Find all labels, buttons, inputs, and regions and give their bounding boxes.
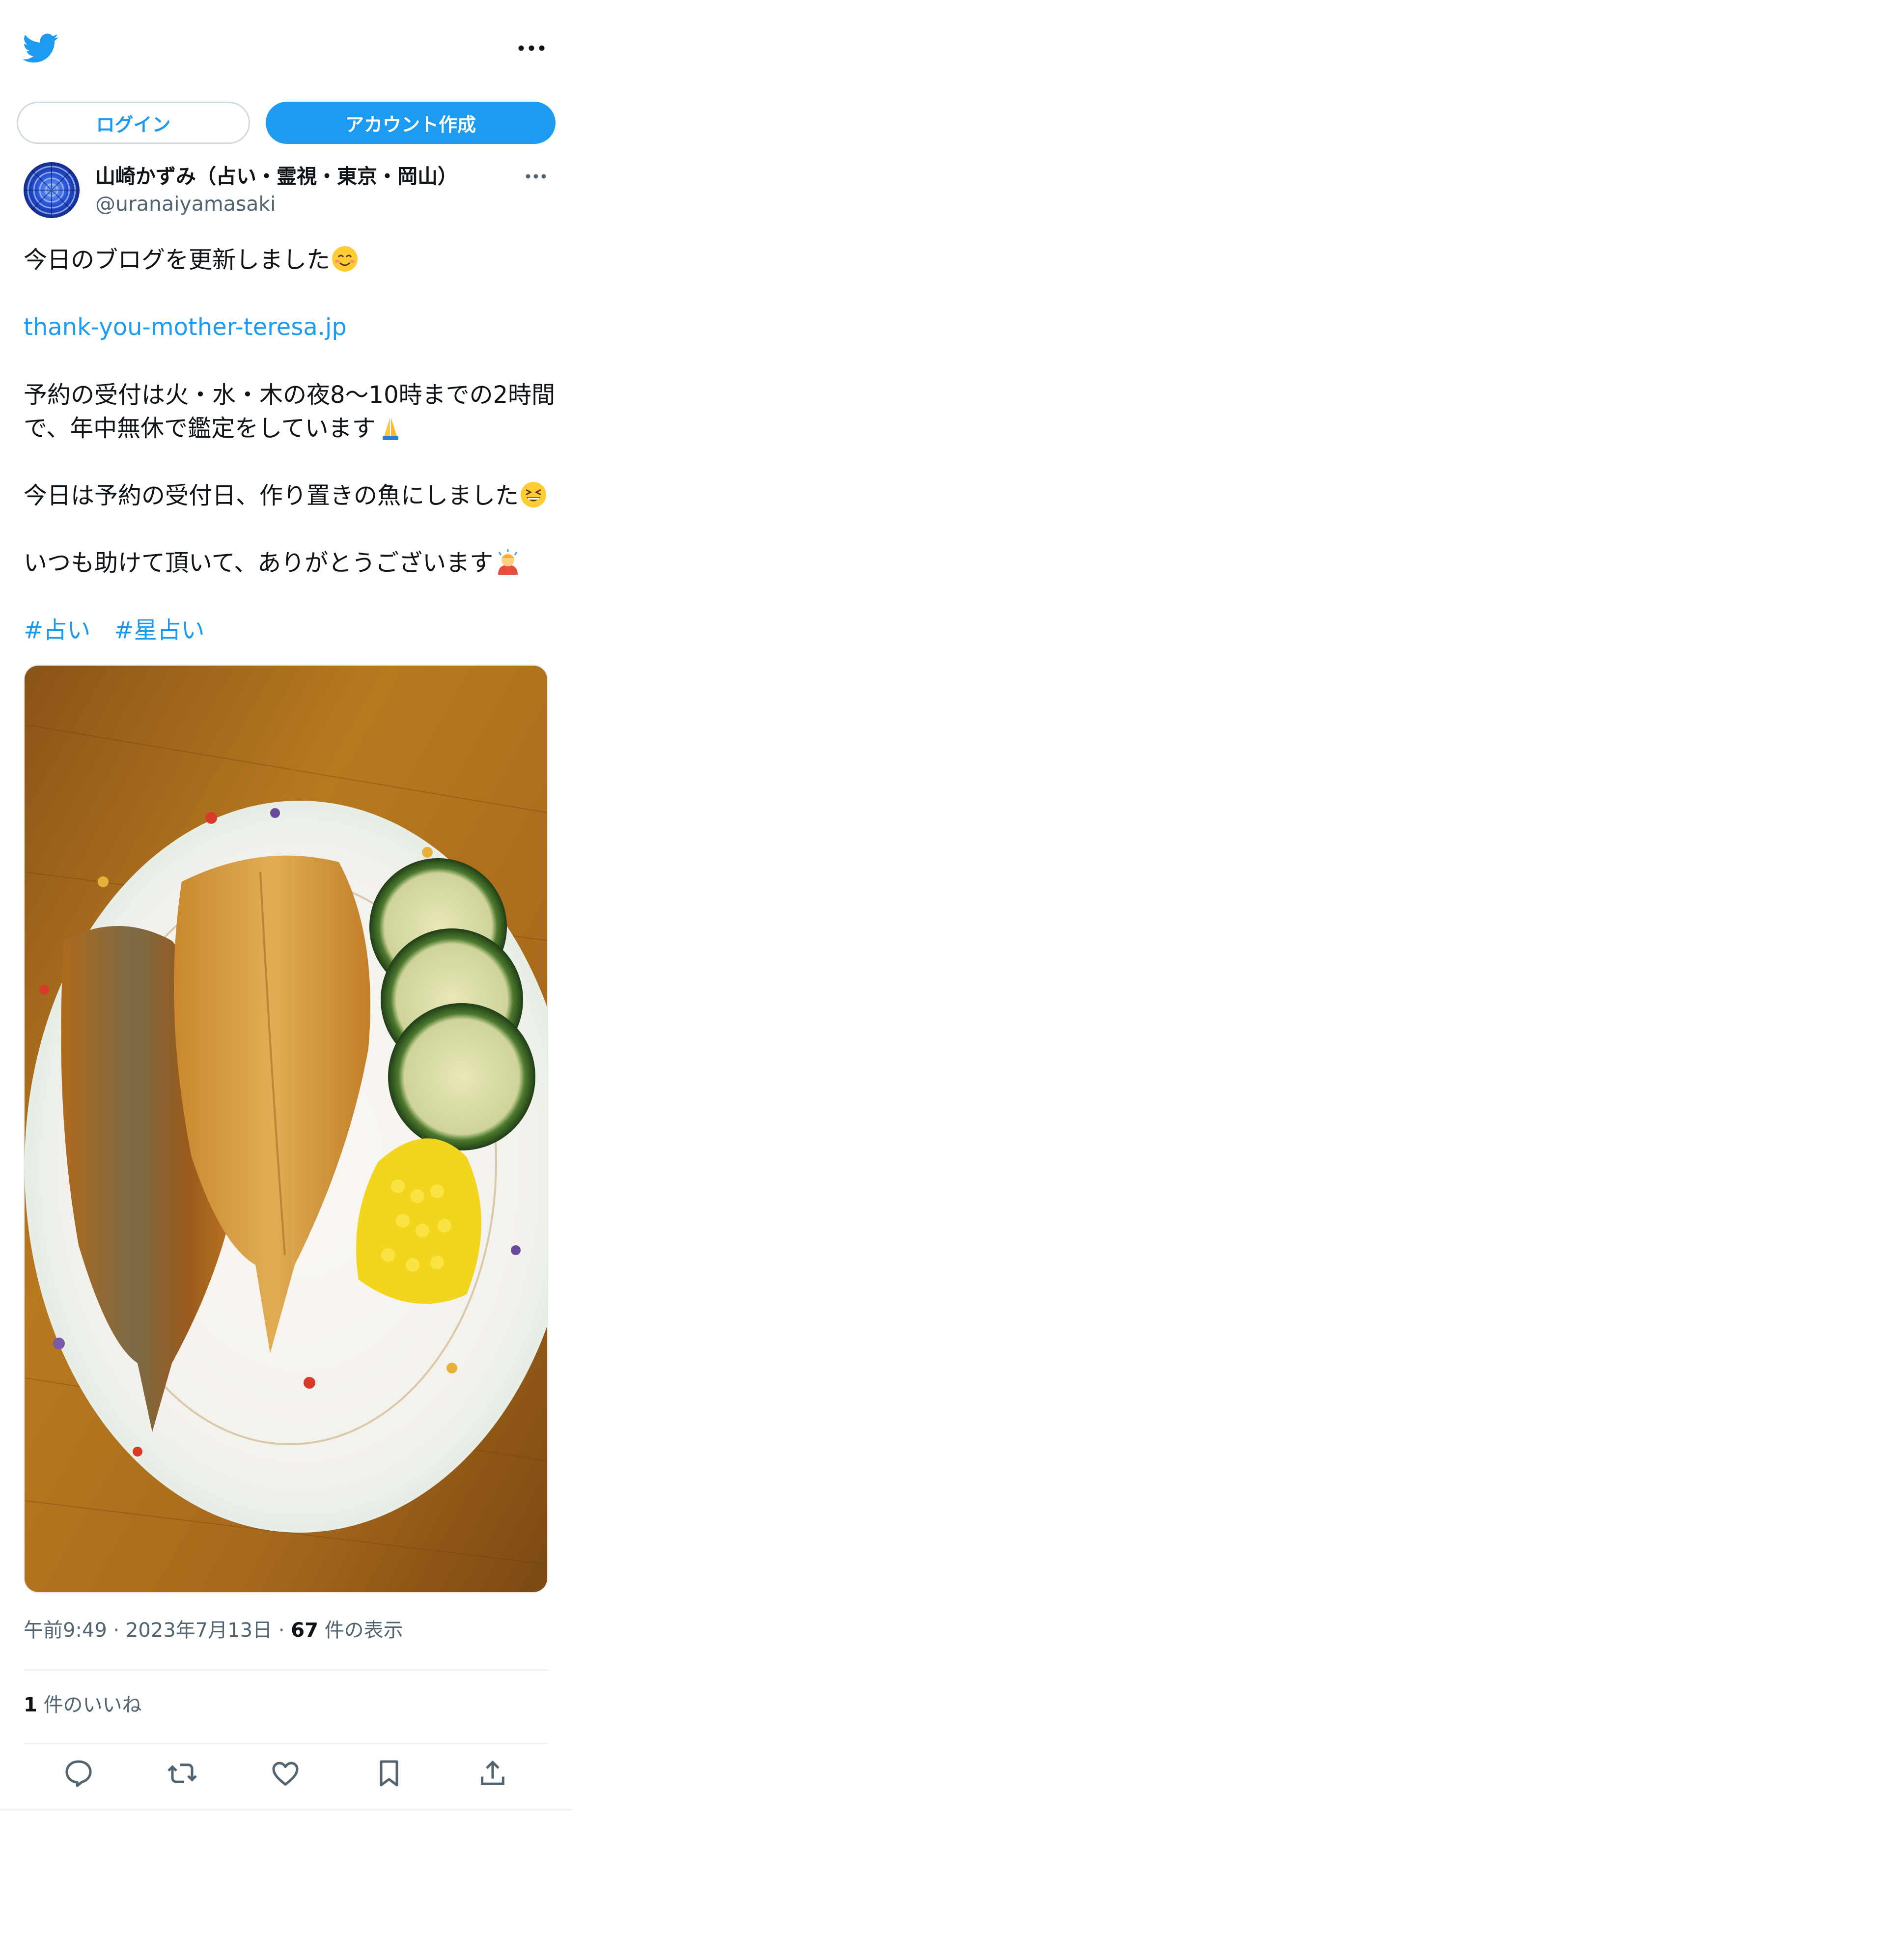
likes-count: 1 xyxy=(24,1694,37,1716)
divider xyxy=(24,1743,548,1744)
tweet-text-line: 予約の受付は火・水・木の夜8〜10時までの2時間 xyxy=(24,381,556,409)
user-handle[interactable]: @uranaiyamasaki xyxy=(95,192,276,216)
avatar[interactable] xyxy=(24,162,80,218)
tweet-text-line: 今日のブログを更新しました xyxy=(24,245,359,275)
login-button[interactable]: ログイン xyxy=(17,102,250,144)
grinning-squinting-face-emoji xyxy=(521,482,547,507)
views-count: 67 xyxy=(291,1619,318,1642)
tweet-photo[interactable] xyxy=(24,665,548,1593)
tweet-text-line: で、年中無休で鑑定をしています xyxy=(24,413,404,444)
divider xyxy=(24,1669,548,1671)
retweet-icon[interactable] xyxy=(167,1758,198,1789)
reply-icon[interactable] xyxy=(63,1758,94,1789)
twitter-bird-icon[interactable] xyxy=(23,33,59,64)
tweet-timestamp[interactable]: 午前9:49 · 2023年7月13日 · 67 件の表示 xyxy=(24,1618,403,1643)
tweet-text-line: いつも助けて頂いて、ありがとうございます xyxy=(24,548,522,578)
signup-button[interactable]: アカウント作成 xyxy=(266,102,556,144)
smiling-face-emoji xyxy=(332,246,358,272)
tweet-card: ログイン アカウント作成 山崎かずみ（占い・霊視・東京・岡山） @uranaiy… xyxy=(0,0,572,1811)
hashtag-link[interactable]: #占い xyxy=(24,616,90,644)
hashtag-link[interactable]: #星占い xyxy=(114,616,204,644)
hashtags: #占い #星占い xyxy=(24,615,204,645)
folded-hands-emoji xyxy=(382,418,398,440)
person-bowing-emoji xyxy=(498,549,518,575)
like-icon[interactable] xyxy=(270,1758,301,1789)
bookmark-icon[interactable] xyxy=(373,1758,405,1789)
likes-summary[interactable]: 1 件のいいね xyxy=(24,1693,142,1717)
display-name[interactable]: 山崎かずみ（占い・霊視・東京・岡山） xyxy=(95,164,458,189)
external-link[interactable]: thank-you-mother-teresa.jp xyxy=(24,312,347,342)
fried-fish-plate-photo xyxy=(25,666,547,1592)
tweet-text-line: 今日は予約の受付日、作り置きの魚にしました xyxy=(24,480,547,511)
more-horizontal-icon[interactable] xyxy=(518,44,545,52)
share-icon[interactable] xyxy=(477,1758,508,1789)
more-horizontal-icon[interactable] xyxy=(525,173,547,180)
